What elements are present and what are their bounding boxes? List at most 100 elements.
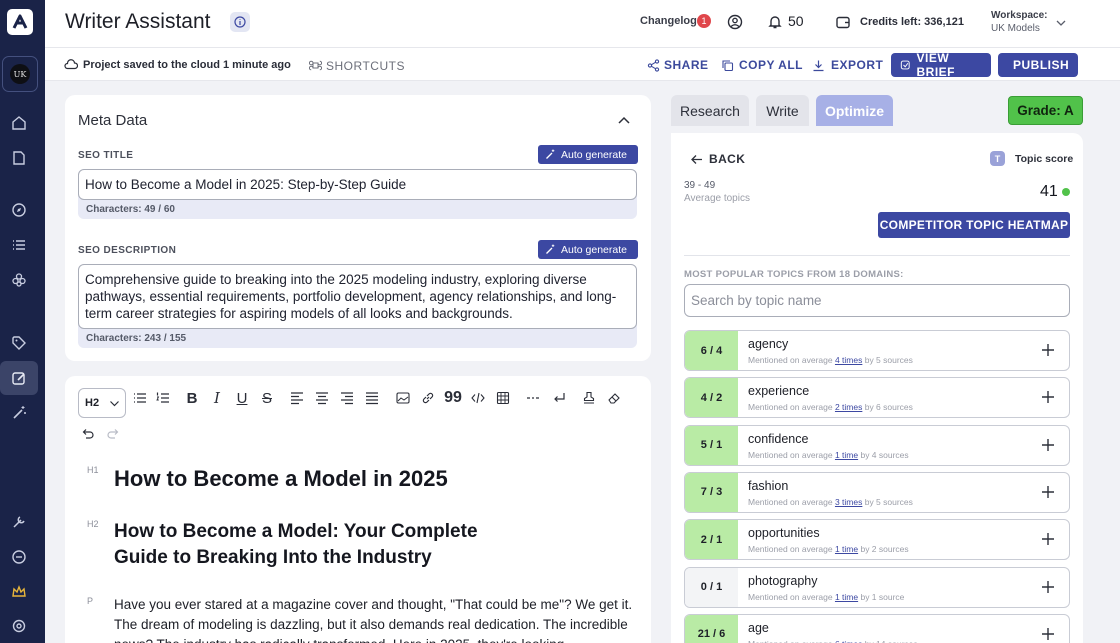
line-break-icon[interactable] <box>550 389 568 407</box>
mentions-prefix: Mentioned on average <box>748 496 835 507</box>
image-icon[interactable] <box>394 389 412 407</box>
tab-optimize[interactable]: Optimize <box>816 95 893 126</box>
settings-icon[interactable] <box>0 609 38 643</box>
topic-mentions: Mentioned on average 1 time by 1 source <box>748 592 904 602</box>
add-topic-icon[interactable] <box>1040 342 1056 358</box>
user-icon[interactable] <box>726 13 744 31</box>
heading-level-select[interactable]: H2 <box>78 388 126 418</box>
align-justify-icon[interactable] <box>363 389 381 407</box>
topic-row[interactable]: 4 / 2 experience Mentioned on average 2 ti… <box>684 377 1070 419</box>
seo-title-input[interactable]: How to Become a Model in 2025: Step-by-S… <box>78 169 637 200</box>
mentions-times-link[interactable]: 6 times <box>835 639 862 643</box>
mentions-times-link[interactable]: 2 times <box>835 402 862 412</box>
topic-row[interactable]: 21 / 6 age Mentioned on average 6 times by… <box>684 613 1070 643</box>
chevron-down-icon[interactable] <box>1052 14 1070 32</box>
magic-wand-icon[interactable] <box>0 396 38 430</box>
eraser-icon[interactable] <box>605 389 623 407</box>
copy-all-button[interactable]: COPY ALL <box>739 58 803 72</box>
align-center-icon[interactable] <box>313 389 331 407</box>
link-icon[interactable] <box>0 540 38 574</box>
view-brief-label: VIEW BRIEF <box>916 51 955 79</box>
tab-write[interactable]: Write <box>756 95 809 126</box>
bullet-list-icon[interactable] <box>131 389 149 407</box>
notification-count: 50 <box>788 13 804 29</box>
topic-name: fashion <box>748 478 789 493</box>
mentions-times-link[interactable]: 1 time <box>835 592 858 602</box>
compass-icon[interactable] <box>0 193 38 227</box>
editor-heading-1[interactable]: How to Become a Model in 2025 <box>114 466 448 492</box>
topic-count: 4 / 2 <box>685 378 738 418</box>
tab-research[interactable]: Research <box>671 95 749 126</box>
topic-row[interactable]: 0 / 1 photography Mentioned on average 1 t… <box>684 566 1070 608</box>
add-topic-icon[interactable] <box>1040 626 1056 642</box>
grade-badge[interactable]: Grade: A <box>1008 96 1083 125</box>
add-topic-icon[interactable] <box>1040 531 1056 547</box>
info-icon[interactable] <box>230 12 250 32</box>
publish-button[interactable]: PUBLISH <box>998 53 1078 77</box>
sidebar: UK <box>0 0 45 643</box>
underline-icon[interactable]: U <box>233 389 251 407</box>
shortcuts-button[interactable]: SHORTCUTS <box>326 59 405 73</box>
link-icon[interactable] <box>419 389 437 407</box>
seo-description-input[interactable]: Comprehensive guide to breaking into the… <box>78 264 637 329</box>
topic-row[interactable]: 5 / 1 confidence Mentioned on average 1 ti… <box>684 424 1070 466</box>
bell-icon[interactable] <box>766 13 784 31</box>
auto-generate-label: Auto generate <box>561 243 627 256</box>
topic-name: opportunities <box>748 526 820 541</box>
mentions-times-link[interactable]: 4 times <box>835 355 862 365</box>
crown-icon[interactable] <box>0 575 38 609</box>
topic-row[interactable]: 7 / 3 fashion Mentioned on average 3 times… <box>684 471 1070 513</box>
workspace-switcher[interactable]: UK <box>2 56 38 92</box>
mentions-times-link[interactable]: 3 times <box>835 497 862 507</box>
mentions-times-link[interactable]: 1 time <box>835 450 858 460</box>
mentions-prefix: Mentioned on average <box>748 402 835 413</box>
workspace-name[interactable]: UK Models <box>991 23 1040 34</box>
document-icon[interactable] <box>0 141 38 175</box>
editor-paragraph[interactable]: Have you ever stared at a magazine cover… <box>114 595 634 643</box>
align-left-icon[interactable] <box>288 389 306 407</box>
redo-icon[interactable] <box>104 425 122 443</box>
changelog-link[interactable]: Changelog <box>640 15 697 27</box>
editor-heading-2[interactable]: How to Become a Model: Your Complete Gui… <box>114 519 494 571</box>
home-icon[interactable] <box>0 106 38 140</box>
topic-name: age <box>748 620 769 635</box>
add-topic-icon[interactable] <box>1040 579 1056 595</box>
tag-icon[interactable] <box>0 326 38 360</box>
numbered-list-icon[interactable] <box>154 389 172 407</box>
stamp-icon[interactable] <box>580 389 598 407</box>
align-right-icon[interactable] <box>338 389 356 407</box>
export-button[interactable]: EXPORT <box>831 58 883 72</box>
horizontal-rule-icon[interactable] <box>524 389 542 407</box>
topic-search-input[interactable]: Search by topic name <box>684 284 1070 317</box>
code-icon[interactable] <box>469 389 487 407</box>
competitor-heatmap-button[interactable]: COMPETITOR TOPIC HEATMAP <box>878 212 1070 238</box>
italic-icon[interactable]: I <box>208 389 226 407</box>
topic-mentions: Mentioned on average 1 time by 2 sources <box>748 544 909 554</box>
mentions-suffix: by 5 sources <box>862 355 913 365</box>
wallet-icon[interactable] <box>834 13 852 31</box>
topic-row[interactable]: 6 / 4 agency Mentioned on average 4 times … <box>684 330 1070 371</box>
seo-description-auto-generate-button[interactable]: Auto generate <box>538 240 638 259</box>
seo-title-auto-generate-button[interactable]: Auto generate <box>538 145 638 164</box>
back-button[interactable]: BACK <box>690 152 745 166</box>
chevron-up-icon[interactable] <box>617 114 631 128</box>
tools-icon[interactable] <box>0 505 38 539</box>
view-brief-button[interactable]: VIEW BRIEF <box>891 51 991 79</box>
bold-icon[interactable]: B <box>183 389 201 407</box>
add-topic-icon[interactable] <box>1040 437 1056 453</box>
app-logo[interactable] <box>7 9 33 35</box>
mentions-times-link[interactable]: 1 time <box>835 544 858 554</box>
strikethrough-icon[interactable]: S <box>258 389 276 407</box>
quote-icon[interactable]: 99 <box>444 389 462 407</box>
share-button[interactable]: SHARE <box>664 58 709 72</box>
add-topic-icon[interactable] <box>1040 389 1056 405</box>
topic-name: experience <box>748 384 810 399</box>
flower-icon[interactable] <box>0 263 38 297</box>
topic-count: 0 / 1 <box>685 567 738 607</box>
undo-icon[interactable] <box>79 425 97 443</box>
topic-row[interactable]: 2 / 1 opportunities Mentioned on average 1… <box>684 519 1070 561</box>
edit-icon[interactable] <box>0 361 38 395</box>
list-icon[interactable] <box>0 228 38 262</box>
table-icon[interactable] <box>494 389 512 407</box>
add-topic-icon[interactable] <box>1040 484 1056 500</box>
